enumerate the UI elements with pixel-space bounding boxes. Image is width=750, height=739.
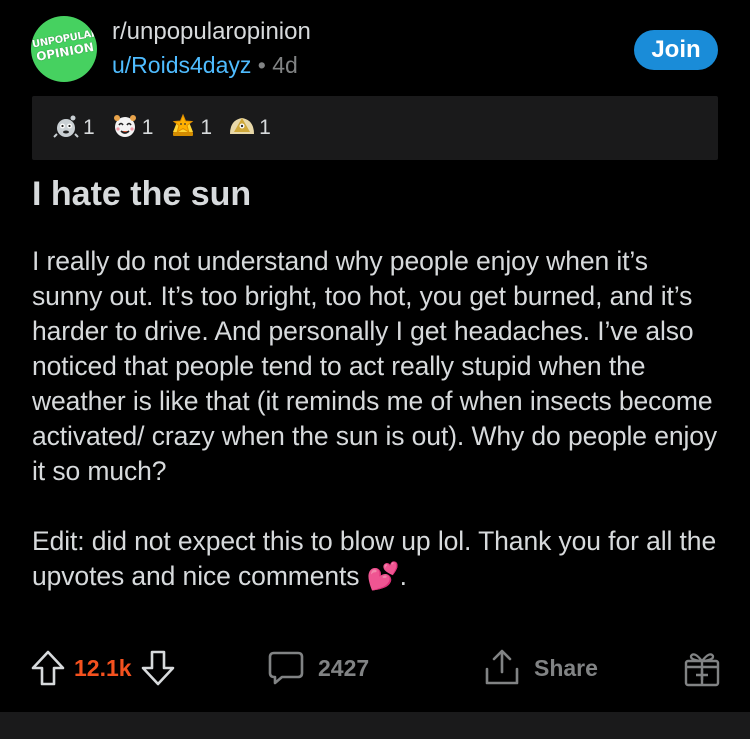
vote-score: 12.1k [74,654,132,681]
downvote-icon[interactable] [140,649,176,687]
comment-icon [266,648,306,688]
join-button[interactable]: Join [634,30,718,70]
share-icon [482,647,522,689]
silver-award-icon [50,110,82,147]
gift-icon [682,647,722,689]
vote-controls: 12.1k [30,644,176,692]
award-item[interactable]: 1 [226,110,271,147]
subreddit-avatar[interactable]: UNPOPULAR OPINION [31,16,97,82]
comments-button[interactable]: 2427 [266,644,369,692]
award-item[interactable]: 1 [109,110,154,147]
wholesome-award-icon [109,110,141,147]
meta-separator: • [257,52,266,78]
post-header: UNPOPULAR OPINION r/unpopularopinion u/R… [31,16,718,86]
footer-divider [0,712,750,739]
award-item[interactable]: 1 [167,110,212,147]
post-meta: u/Roids4dayz • 4d [112,52,298,79]
award-count: 1 [200,116,213,139]
author-link[interactable]: u/Roids4dayz [112,52,251,78]
post-body: I really do not understand why people en… [32,244,722,629]
subreddit-name[interactable]: r/unpopularopinion [112,18,311,46]
share-label: Share [534,654,598,681]
upvote-icon[interactable] [30,649,66,687]
subreddit-logo: UNPOPULAR OPINION [31,27,97,64]
share-button[interactable]: Share [482,644,598,692]
award-count: 1 [259,116,271,139]
post-age: 4d [272,52,298,78]
post-title[interactable]: I hate the sun [32,175,251,214]
gold-star-award-icon [167,110,199,147]
post-edit-paragraph: Edit: did not expect this to blow up lol… [32,526,717,591]
awards-bar[interactable]: 1 1 1 1 [32,96,718,160]
award-count: 1 [141,116,154,139]
post-actions: 12.1k 2427 Share [30,644,722,692]
award-count: 1 [83,116,95,139]
comment-count: 2427 [318,654,370,681]
award-item[interactable]: 1 [50,110,95,147]
award-button[interactable] [682,644,722,692]
helpful-award-icon [226,110,258,147]
post-paragraph: I really do not understand why people en… [32,246,718,486]
